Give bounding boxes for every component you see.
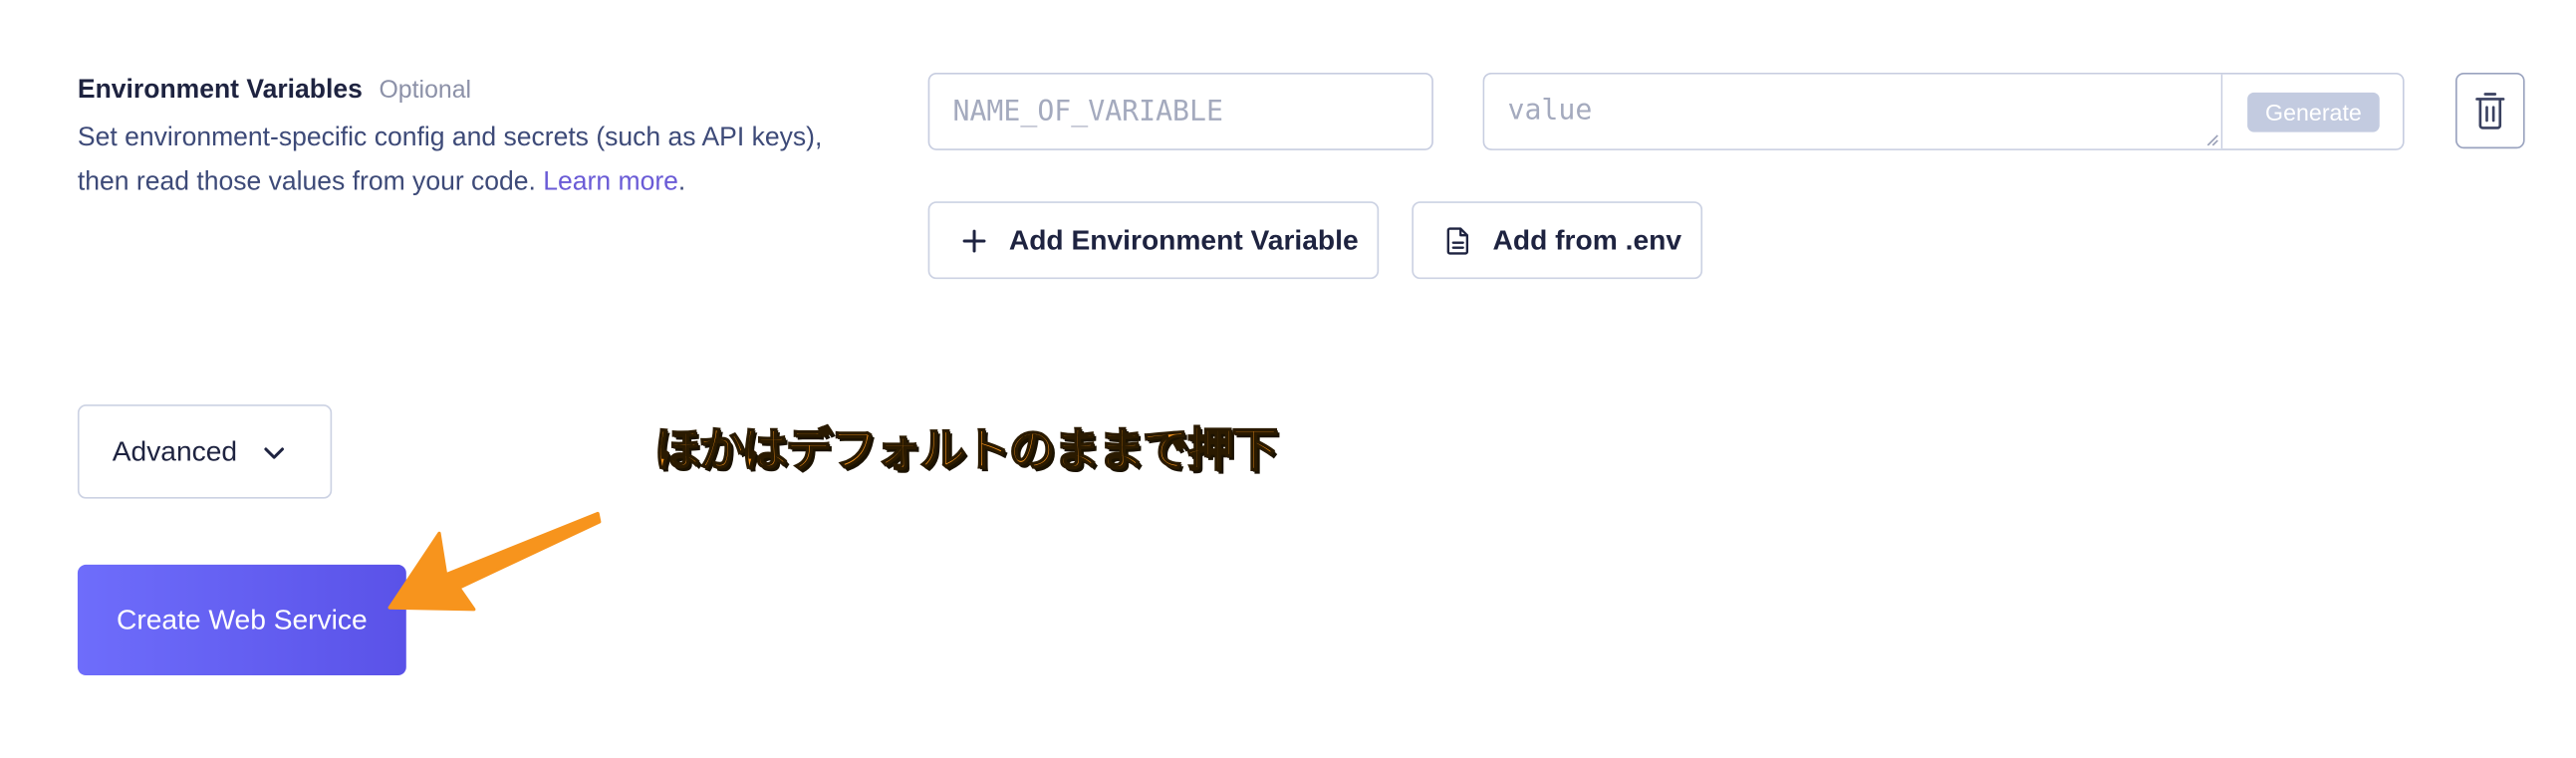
variable-value-input[interactable] — [1484, 74, 2223, 149]
description-period: . — [677, 168, 686, 197]
variable-name-input[interactable] — [927, 72, 1433, 150]
trash-icon — [2475, 93, 2505, 129]
chevron-down-icon — [263, 446, 284, 458]
resize-grip-icon[interactable] — [2206, 133, 2219, 146]
plus-icon — [962, 228, 986, 252]
env-vars-description: Set environment-specific config and secr… — [78, 116, 854, 205]
add-from-env-button[interactable]: Add from .env — [1412, 201, 1703, 280]
variable-value-field: Generate — [1482, 72, 2405, 150]
env-vars-label-block: Environment Variables Optional Set envir… — [78, 76, 854, 204]
env-vars-title-row: Environment Variables Optional — [78, 76, 854, 106]
stage: Environment Variables Optional Set envir… — [0, 0, 2576, 758]
generate-button[interactable]: Generate — [2247, 92, 2380, 132]
env-vars-description-text: Set environment-specific config and secr… — [77, 124, 823, 197]
env-vars-title: Environment Variables — [77, 76, 363, 105]
annotation-caption: ほかはデフォルトのままで押下 — [653, 422, 1279, 478]
learn-more-link[interactable]: Learn more — [543, 168, 678, 196]
file-icon — [1446, 226, 1469, 254]
advanced-toggle-button[interactable]: Advanced — [77, 404, 333, 499]
delete-variable-button[interactable] — [2454, 72, 2525, 149]
advanced-label: Advanced — [112, 434, 238, 467]
add-from-env-label: Add from .env — [1492, 223, 1682, 256]
add-environment-variable-button[interactable]: Add Environment Variable — [927, 201, 1380, 280]
create-web-service-button[interactable]: Create Web Service — [77, 564, 406, 675]
optional-label: Optional — [379, 76, 472, 105]
add-environment-variable-label: Add Environment Variable — [1008, 223, 1359, 256]
